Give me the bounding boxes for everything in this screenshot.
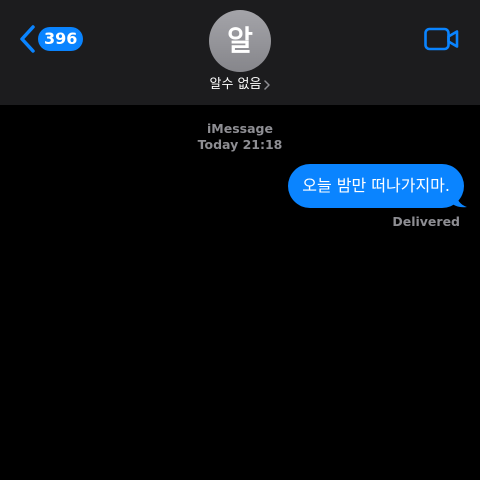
back-button[interactable]: 396 xyxy=(18,24,84,54)
chevron-right-icon xyxy=(264,80,271,90)
conversation-header: 396 알 알수 없음 xyxy=(0,0,480,105)
contact-name-row: 알수 없음 xyxy=(190,76,290,94)
delivery-status: Delivered xyxy=(392,214,460,229)
date-time-label: Today 21:18 xyxy=(197,137,283,152)
message-screen: 396 알 알수 없음 iMessage Today 21:18 오늘 밤만 떠… xyxy=(0,0,480,480)
contact-info-button[interactable]: 알 알수 없음 xyxy=(190,10,290,94)
video-camera-icon xyxy=(424,27,459,51)
bubble-tail xyxy=(450,192,467,208)
chevron-left-icon xyxy=(20,25,35,53)
outgoing-message-bubble[interactable]: 오늘 밤만 떠나가지마. xyxy=(288,164,464,208)
contact-name: 알수 없음 xyxy=(209,77,262,92)
service-label: iMessage xyxy=(207,121,273,136)
unread-count-badge: 396 xyxy=(38,27,84,51)
video-call-button[interactable] xyxy=(424,26,460,52)
conversation-timestamp: iMessage Today 21:18 xyxy=(0,121,480,153)
avatar: 알 xyxy=(209,10,271,72)
